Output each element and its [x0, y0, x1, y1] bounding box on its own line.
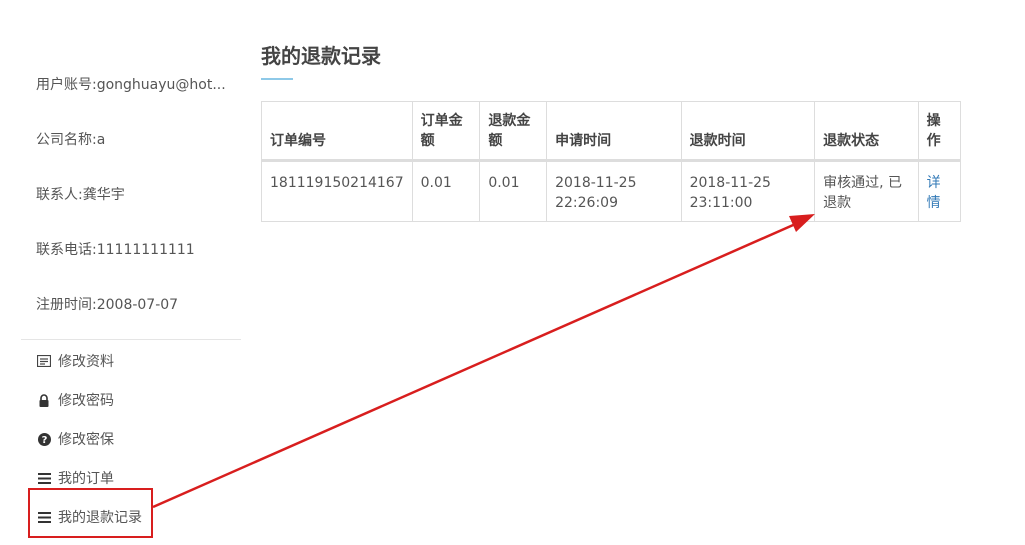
svg-text:?: ?: [41, 435, 47, 446]
menu-item-my-orders[interactable]: 我的订单: [36, 467, 114, 489]
title-underline: [261, 78, 293, 80]
menu-item-label: 修改密码: [58, 393, 114, 409]
menu-item-label: 我的订单: [58, 471, 114, 487]
header-refund-amount: 退款金额: [479, 101, 548, 162]
company-info: 公司名称:a: [36, 132, 106, 148]
cell-order-amount: 0.01: [411, 160, 481, 222]
registered-info: 注册时间:2008-07-07: [36, 297, 179, 313]
question-circle-icon: ?: [36, 431, 52, 447]
cell-order-number: 181119150214167: [261, 160, 413, 222]
table-row: 181119150214167 0.01 0.01 2018-11-25 22:…: [261, 160, 962, 222]
menu-item-security-question[interactable]: ? 修改密保: [36, 428, 114, 450]
page-title: 我的退款记录: [261, 44, 381, 68]
menu-item-label: 修改资料: [58, 354, 114, 370]
sidebar: 用户账号:gonghuayu@hot... 公司名称:a 联系人:龚华宇 联系电…: [0, 0, 245, 545]
cell-refund-time: 2018-11-25 23:11:00: [680, 160, 816, 222]
details-link[interactable]: 详情: [927, 175, 941, 211]
sidebar-divider: [21, 339, 241, 340]
cell-refund-status: 审核通过, 已退款: [814, 160, 919, 222]
refund-table: 订单编号 订单金额 退款金额 申请时间 退款时间 退款状态 操作 1811191…: [261, 101, 962, 222]
phone-info: 联系电话:11111111111: [36, 242, 195, 258]
menu-item-label: 修改密保: [58, 432, 114, 448]
lock-icon: [36, 392, 52, 408]
header-order-number: 订单编号: [261, 101, 413, 162]
list-icon: [36, 470, 52, 486]
header-refund-status: 退款状态: [814, 101, 919, 162]
id-card-icon: [36, 353, 52, 369]
header-refund-time: 退款时间: [680, 101, 816, 162]
cell-action: 详情: [917, 160, 962, 222]
header-apply-time: 申请时间: [546, 101, 682, 162]
cell-refund-amount: 0.01: [479, 160, 548, 222]
account-info: 用户账号:gonghuayu@hot...: [36, 77, 226, 93]
menu-item-change-password[interactable]: 修改密码: [36, 389, 114, 411]
header-action: 操作: [917, 101, 962, 162]
contact-info: 联系人:龚华宇: [36, 187, 125, 203]
menu-item-edit-profile[interactable]: 修改资料: [36, 350, 114, 372]
cell-apply-time: 2018-11-25 22:26:09: [546, 160, 682, 222]
table-header-row: 订单编号 订单金额 退款金额 申请时间 退款时间 退款状态 操作: [261, 101, 962, 162]
header-order-amount: 订单金额: [411, 101, 481, 162]
annotation-highlight-box: [28, 488, 153, 538]
